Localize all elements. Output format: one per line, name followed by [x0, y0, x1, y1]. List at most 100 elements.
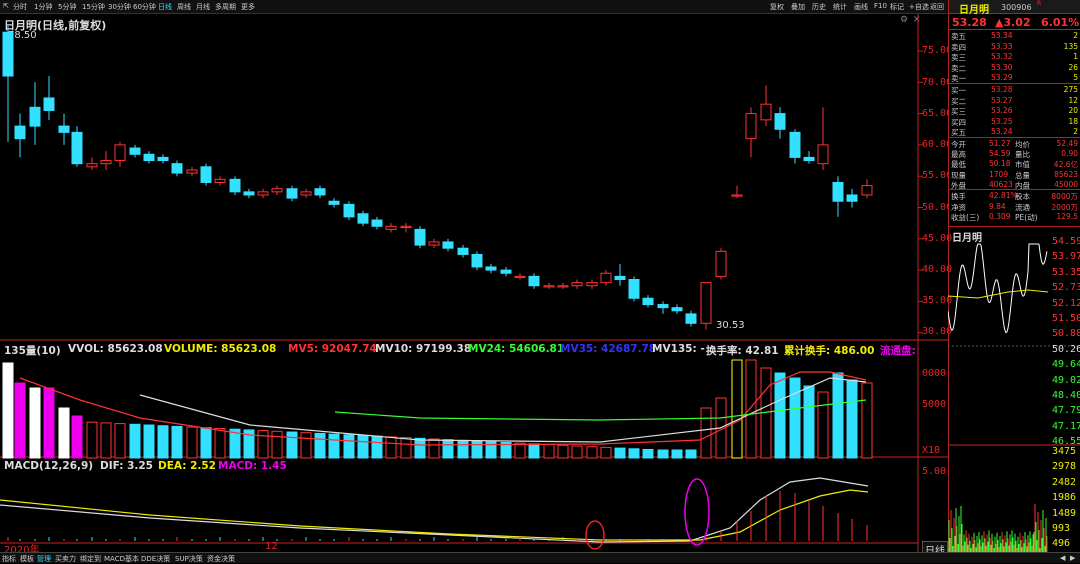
- macd-indicator-name[interactable]: MACD(12,26,9): [4, 460, 93, 472]
- candle-body: [86, 163, 98, 168]
- candle-body: [846, 194, 858, 202]
- volume-bar: [414, 437, 426, 459]
- bid-row-price: 53.26: [991, 106, 1013, 115]
- candle-body: [528, 275, 540, 287]
- stat-value: 2000万: [1051, 202, 1078, 212]
- candle-body: [715, 250, 727, 277]
- candle-body: [58, 125, 70, 133]
- volume-bar: [685, 449, 697, 459]
- stat-cell: 内盘: [1015, 180, 1030, 190]
- volume-bar: [428, 438, 440, 459]
- candle-body: [171, 163, 183, 174]
- ask-row-label: 卖三: [951, 53, 966, 62]
- volume-bar: [29, 387, 41, 459]
- vol-ma24-line: [334, 399, 867, 421]
- candle-body: [685, 313, 697, 324]
- candle-body: [314, 188, 326, 196]
- volume-bar: [171, 425, 183, 459]
- chevron-left-icon[interactable]: ◀: [1060, 554, 1065, 562]
- candle-body: [428, 241, 440, 246]
- annotation-circle-red: [585, 520, 605, 550]
- volume-bar: [400, 437, 412, 459]
- stat-cell: 9.84: [989, 201, 1006, 211]
- volume-bar: [328, 433, 340, 459]
- macd-dea-line: [0, 489, 869, 541]
- candle-body: [343, 203, 355, 218]
- rzrq-flag: R: [1037, 0, 1042, 7]
- candle-body: [186, 169, 198, 174]
- candle-body: [371, 219, 383, 227]
- volume-bar: [557, 444, 569, 459]
- candle-body: [2, 31, 14, 77]
- ask-row-label: 卖五: [951, 32, 966, 41]
- vol-mv5: MV5: 92047.74: [288, 343, 377, 355]
- vol-mv135: MV135: -: [652, 343, 705, 355]
- candle-body: [114, 144, 126, 162]
- volume-bar: [671, 449, 683, 459]
- volume-bar: [731, 359, 743, 459]
- candle-body: [760, 103, 772, 121]
- volume-bar: [846, 379, 858, 459]
- volume-bar: [286, 431, 298, 459]
- volume-bar: [600, 446, 612, 459]
- volume-bar: [200, 427, 212, 459]
- intraday-price-label: 53.97: [1052, 251, 1080, 263]
- volume-series: [2, 359, 873, 459]
- candle-body: [214, 178, 226, 183]
- candle-body: [586, 282, 598, 287]
- candle-body: [514, 275, 526, 279]
- volume-bar: [614, 447, 626, 459]
- candle-body: [14, 125, 26, 140]
- candle-body: [745, 113, 757, 140]
- bid-row-label: 买二: [951, 96, 966, 106]
- volume-bar: [14, 382, 26, 459]
- vol-volume: VOLUME: 85623.08: [164, 343, 277, 355]
- annotation-circle-magenta: [684, 478, 710, 546]
- intraday-volume-label: 2482: [1052, 476, 1077, 488]
- intraday-volume-label: 3475: [1052, 446, 1077, 457]
- volume-bar: [371, 435, 383, 459]
- candle-body: [71, 131, 83, 165]
- volume-bar: [642, 449, 654, 459]
- candle-body: [500, 269, 512, 274]
- volume-bar: [129, 423, 141, 459]
- candle-body: [803, 156, 815, 162]
- stat-value: 0.90: [1061, 149, 1078, 159]
- ask-row-price: 53.34: [991, 31, 1013, 40]
- candle-body: [789, 131, 801, 158]
- volume-bar: [457, 439, 469, 459]
- vol-turnover: 换手率: 42.81: [706, 345, 779, 357]
- candle-body: [300, 191, 312, 196]
- candle-body: [485, 266, 497, 271]
- ask-row-price: 53.32: [991, 52, 1013, 61]
- vol-mv35: MV35: 42687.78: [560, 343, 657, 355]
- stat-value: 45000: [1054, 179, 1078, 189]
- stat-cell: 外盘: [951, 180, 966, 190]
- volume-bar: [528, 443, 540, 459]
- macd-dif: DIF: 3.25: [100, 460, 153, 472]
- volume-bar: [114, 423, 126, 459]
- volume-bar: [58, 407, 70, 459]
- candle-body: [731, 194, 743, 197]
- stat-cell: 51.27: [989, 139, 1011, 148]
- candle-body: [286, 188, 298, 199]
- volume-bar: [300, 432, 312, 459]
- intraday-volume-label: 1489: [1052, 507, 1077, 519]
- bid-row-volume: 18: [1068, 116, 1078, 126]
- candle-body: [385, 225, 397, 230]
- chevron-right-icon[interactable]: ▶: [1070, 554, 1075, 562]
- volume-bar: [514, 442, 526, 459]
- ask-row-volume: 26: [1068, 62, 1078, 72]
- stat-value: 129.5: [1056, 212, 1078, 221]
- candle-body: [143, 153, 155, 162]
- macd-axis-5: 5.00: [922, 466, 947, 477]
- volume-bar: [186, 426, 198, 459]
- stat-cell: PE(动): [1015, 213, 1038, 222]
- volume-bar: [357, 435, 369, 459]
- bid-row-price: 53.28: [991, 85, 1013, 94]
- volume-bar: [2, 362, 14, 459]
- volume-bar: [700, 407, 712, 459]
- volume-bar: [385, 436, 397, 459]
- vol-indicator-name[interactable]: 135量(10): [4, 343, 61, 358]
- intraday-price-label: 52.73: [1052, 282, 1080, 294]
